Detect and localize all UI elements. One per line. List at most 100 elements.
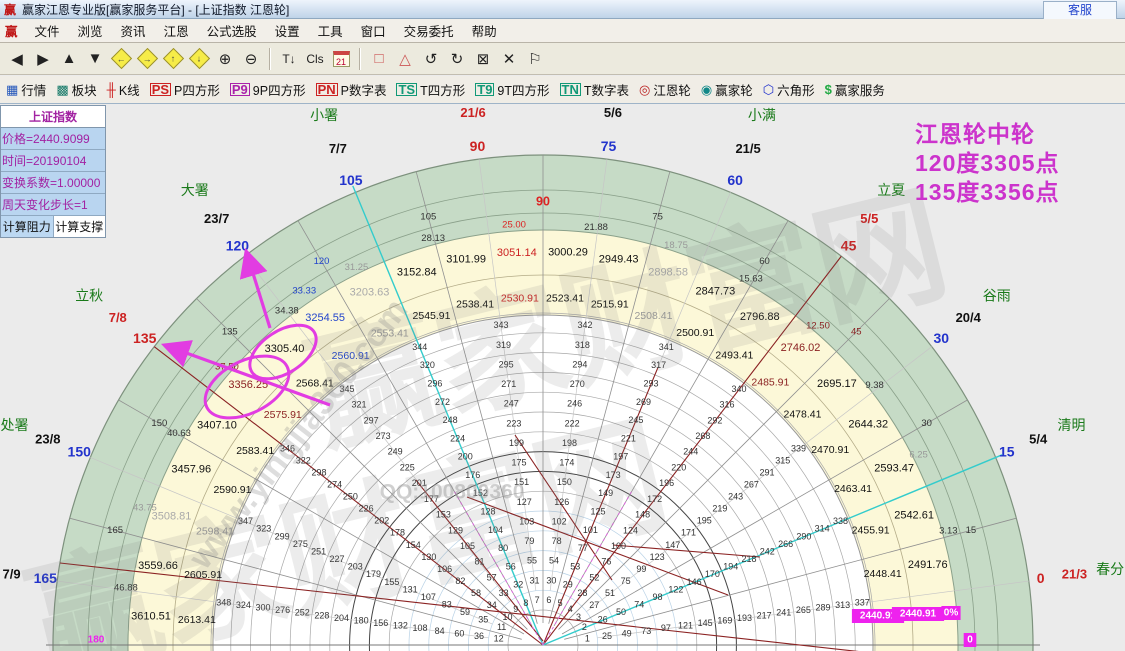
calc-resistance-button[interactable]: 计算阻力: [1, 216, 54, 237]
annotation-line-1: 江恩轮中轮: [915, 120, 1060, 149]
9t-square-button[interactable]: T99T四方形: [475, 80, 549, 99]
spiral-number: 290: [796, 531, 811, 541]
toolbar-label: 赢家服务: [835, 80, 885, 99]
spiral-number: 339: [791, 443, 806, 453]
menu-logo-icon: 赢: [5, 21, 18, 40]
winner-wheel-button[interactable]: ◉赢家轮: [701, 80, 753, 99]
menu-item-6[interactable]: 设置: [266, 19, 309, 42]
degree-ring-number: 120: [314, 256, 330, 267]
menu-item-10[interactable]: 帮助: [463, 19, 506, 42]
spiral-number: 195: [697, 516, 712, 526]
annotation-line-2: 120度3305点: [915, 149, 1060, 178]
toolbar-label: P数字表: [341, 80, 387, 99]
pan-up-icon[interactable]: ↑: [161, 47, 185, 71]
fraction-number: 9.38: [865, 380, 884, 391]
solar-term-label: 处署: [1, 417, 29, 433]
spiral-number: 60: [454, 628, 464, 638]
price-outer: 2644.32: [848, 418, 888, 430]
zoom-in-icon[interactable]: ⊕: [213, 47, 237, 71]
rotate-ccw-icon[interactable]: ↺: [419, 47, 443, 71]
pan-down-icon[interactable]: ↓: [187, 47, 211, 71]
menu-item-7[interactable]: 工具: [309, 19, 352, 42]
zoom-out-icon[interactable]: ⊖: [239, 47, 263, 71]
crosshair-icon[interactable]: ✕: [497, 47, 521, 71]
pan-left-icon[interactable]: ←: [109, 47, 133, 71]
price-inner: 2463.41: [834, 483, 872, 495]
t-square-button[interactable]: TST四方形: [396, 80, 465, 99]
menu-item-4[interactable]: 江恩: [155, 19, 198, 42]
forward-icon[interactable]: ▶: [31, 47, 55, 71]
pan-right-icon[interactable]: →: [135, 47, 159, 71]
gann-wheel-button[interactable]: ◎江恩轮: [639, 80, 691, 99]
calc-support-button[interactable]: 计算支撑: [54, 216, 106, 237]
price-outer: 3407.10: [197, 419, 237, 431]
spiral-number: 298: [311, 467, 326, 477]
winner-service-button[interactable]: $赢家服务: [825, 80, 885, 99]
back-icon[interactable]: ◀: [5, 47, 29, 71]
spiral-number: 266: [778, 539, 793, 549]
spiral-number: 241: [776, 608, 791, 618]
hexagon-button[interactable]: ⬡六角形: [763, 80, 815, 99]
t-table-button[interactable]: TNT数字表: [560, 80, 629, 99]
menu-item-1[interactable]: 文件: [26, 19, 69, 42]
flag-icon[interactable]: ⚐: [523, 47, 547, 71]
calendar-icon[interactable]: 21: [329, 47, 353, 71]
spiral-number: 50: [616, 607, 626, 617]
degree-outside-label: 75: [601, 138, 617, 154]
customer-service-button[interactable]: 客服: [1043, 1, 1117, 21]
spiral-number: 1: [585, 634, 590, 644]
menu-item-3[interactable]: 资讯: [112, 19, 155, 42]
date-label: 23/7: [204, 211, 229, 226]
price-outer: 3051.14: [497, 247, 537, 259]
fraction-number: 34.38: [275, 305, 299, 316]
spiral-number: 25: [602, 631, 612, 641]
spiral-number: 340: [732, 384, 747, 394]
fraction-number: 31.25: [345, 262, 369, 273]
menu-item-8[interactable]: 窗口: [352, 19, 395, 42]
cls-button[interactable]: Cls: [303, 47, 327, 71]
triangle-tool-icon[interactable]: △: [393, 47, 417, 71]
kline-button[interactable]: ╫K线: [107, 80, 140, 99]
square-tool-icon[interactable]: □: [367, 47, 391, 71]
coefficient-row: 变换系数=1.00000: [1, 172, 105, 194]
gann-wheel-icon: ◎: [639, 82, 650, 98]
up-icon[interactable]: ▲: [57, 47, 81, 71]
9p-square-button[interactable]: P99P四方形: [230, 80, 306, 99]
spiral-number: 123: [650, 552, 665, 562]
highlight-value: 0: [967, 635, 973, 646]
menu-item-5[interactable]: 公式选股: [198, 19, 266, 42]
title-bar: 赢 赢家江恩专业版[赢家服务平台] - [上证指数 江恩轮] 客服: [0, 0, 1125, 19]
boxed-x-icon[interactable]: ⊠: [471, 47, 495, 71]
t-table-icon: TN: [560, 83, 581, 96]
spiral-number: 27: [589, 600, 599, 610]
toolbar-label: 板块: [72, 80, 97, 99]
p-square-button[interactable]: PSP四方形: [150, 80, 220, 99]
degree-outside-label: 30: [933, 330, 949, 346]
date-label: 5/6: [604, 105, 622, 120]
price-outer: 3457.96: [171, 464, 211, 476]
menu-item-9[interactable]: 交易委托: [395, 19, 463, 42]
spiral-number: 11: [497, 622, 506, 632]
fraction-number: 28.13: [421, 233, 445, 244]
spiral-number: 265: [796, 605, 811, 615]
step-row: 周天变化步长=1: [1, 194, 105, 216]
price-inner: 2455.91: [852, 525, 890, 537]
sectors-button[interactable]: ▩板块: [56, 80, 96, 99]
spiral-number: 26: [598, 615, 608, 625]
rotate-cw-icon[interactable]: ↻: [445, 47, 469, 71]
menu-item-2[interactable]: 浏览: [69, 19, 112, 42]
degree-outside-label: 0: [1037, 570, 1045, 586]
degree-ring-number: 15: [966, 525, 977, 536]
solar-term-label: 大署: [181, 182, 209, 198]
down-icon[interactable]: ▼: [83, 47, 107, 71]
degree-ring-number: 150: [151, 418, 167, 429]
p-table-button[interactable]: PNP数字表: [316, 80, 387, 99]
t-shift-icon[interactable]: T↓: [277, 47, 301, 71]
fraction-number: 21.88: [584, 222, 608, 233]
quotes-button[interactable]: ▦行情: [6, 80, 46, 99]
spiral-number: 145: [698, 618, 713, 628]
annotation-line-3: 135度3356点: [915, 178, 1060, 207]
spiral-number: 2: [582, 622, 587, 632]
spiral-number: 99: [636, 564, 646, 574]
spiral-number: 289: [815, 603, 830, 613]
